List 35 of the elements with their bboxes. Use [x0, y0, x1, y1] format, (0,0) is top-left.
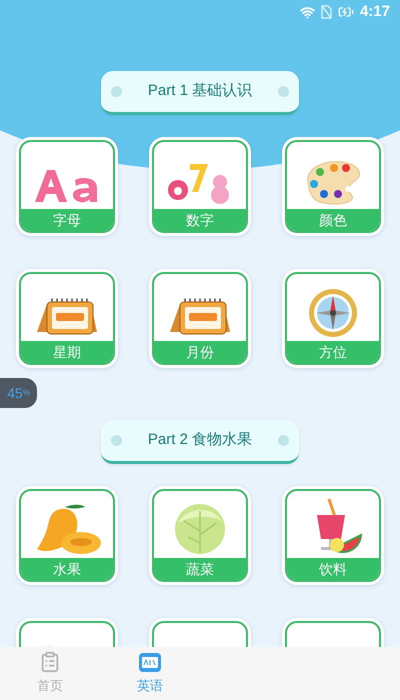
category-card[interactable]: 颜色	[282, 137, 384, 236]
category-card[interactable]: 蔬菜	[148, 486, 251, 585]
percent-badge[interactable]: 45%	[0, 378, 37, 408]
rivet-icon	[278, 435, 289, 446]
category-card[interactable]: 月份	[148, 269, 251, 368]
card-label: 方位	[286, 341, 379, 363]
wifi-icon	[300, 4, 315, 20]
category-card[interactable]: 水果	[16, 486, 118, 585]
category-card[interactable]: 字母	[16, 137, 118, 236]
card-label: 月份	[154, 341, 246, 363]
section-title: Part 2 食物水果	[148, 430, 252, 450]
category-card[interactable]: 方位	[282, 269, 384, 368]
rivet-icon	[111, 86, 122, 97]
card-label: 字母	[21, 209, 113, 231]
compass-drawing	[308, 288, 358, 338]
abc-block-icon	[138, 651, 162, 674]
card-label: 水果	[21, 558, 113, 580]
category-card[interactable]: 数字	[148, 137, 251, 236]
category-card[interactable]: 饮料	[282, 486, 384, 585]
rivet-icon	[111, 435, 122, 446]
clock-time: 4:17	[360, 2, 390, 22]
badge-unit: %	[22, 387, 30, 399]
card-label: 饮料	[286, 558, 379, 580]
category-card[interactable]: 星期	[16, 269, 118, 368]
clipboard-icon	[39, 651, 61, 674]
no-sim-icon	[320, 5, 332, 19]
rivet-icon	[278, 86, 289, 97]
card-label: 星期	[21, 341, 113, 363]
card-label: 数字	[154, 209, 246, 231]
tab[interactable]: 英语	[100, 647, 200, 700]
section-title: Part 1 基础认识	[148, 81, 252, 102]
card-label: 颜色	[286, 209, 379, 231]
tab[interactable]: 首页	[0, 647, 100, 700]
card-label: 蔬菜	[154, 558, 246, 580]
badge-value: 45	[7, 384, 23, 402]
